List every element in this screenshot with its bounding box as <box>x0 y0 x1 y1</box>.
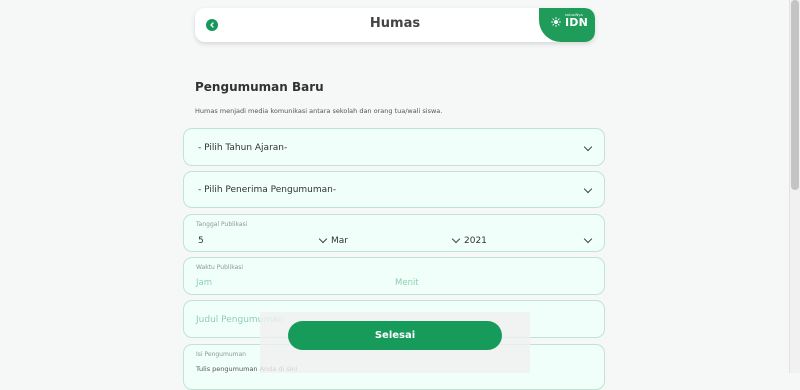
waktu-publikasi-field: Waktu Publikasi Jam Menit <box>183 257 605 295</box>
waktu-publikasi-label: Waktu Publikasi <box>196 264 244 271</box>
chevron-down-icon[interactable] <box>318 234 328 244</box>
sun-icon <box>551 17 561 27</box>
page-title: Humas <box>369 16 421 31</box>
header-bar: Humas solusiNya IDN <box>195 8 595 42</box>
section-description: Humas menjadi media komunikasi antara se… <box>195 107 443 115</box>
chevron-down-icon <box>583 184 593 194</box>
tahun-ajaran-select[interactable]: - Pilih Tahun Ajaran- <box>183 128 605 166</box>
chevron-down-icon <box>583 142 593 152</box>
tanggal-publikasi-field: Tanggal Publikasi 5 Mar 2021 <box>183 214 605 252</box>
section-title: Pengumuman Baru <box>195 80 324 94</box>
isi-pengumuman-label: Isi Pengumuman <box>196 351 246 358</box>
penerima-select[interactable]: - Pilih Penerima Pengumuman- <box>183 171 605 208</box>
scrollbar-track[interactable] <box>789 0 800 373</box>
chevron-down-icon[interactable] <box>451 234 461 244</box>
tahun-ajaran-value: - Pilih Tahun Ajaran- <box>198 143 288 153</box>
jam-input[interactable]: Jam <box>196 278 212 288</box>
tanggal-publikasi-label: Tanggal Publikasi <box>196 221 248 228</box>
brand-logo: solusiNya IDN <box>539 8 595 42</box>
brand-name: IDN <box>565 16 589 29</box>
submit-button[interactable]: Selesai <box>288 321 502 350</box>
year-select[interactable]: 2021 <box>464 236 487 246</box>
month-select[interactable]: Mar <box>331 236 348 246</box>
penerima-value: - Pilih Penerima Pengumuman- <box>198 185 337 195</box>
menit-input[interactable]: Menit <box>395 278 419 288</box>
scrollbar-thumb[interactable] <box>791 0 799 190</box>
chevron-down-icon[interactable] <box>583 234 593 244</box>
day-select[interactable]: 5 <box>198 236 204 246</box>
